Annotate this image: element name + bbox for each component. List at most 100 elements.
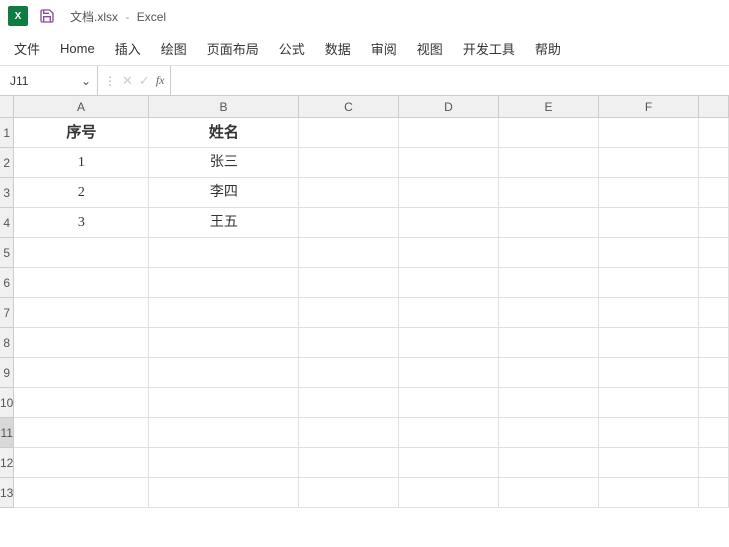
cell-C11[interactable] [299,418,399,448]
cell-E6[interactable] [499,268,599,298]
row-header-6[interactable]: 6 [0,268,14,298]
cell-D3[interactable] [399,178,499,208]
cell-A5[interactable] [14,238,149,268]
save-icon[interactable] [38,7,56,25]
cell-F11[interactable] [599,418,699,448]
cell-B1[interactable]: 姓名 [149,118,299,148]
cell-D12[interactable] [399,448,499,478]
cancel-formula-icon[interactable]: ✕ [122,73,133,89]
row-header-5[interactable]: 5 [0,238,14,268]
cell-C13[interactable] [299,478,399,508]
cell-D13[interactable] [399,478,499,508]
cell-F8[interactable] [599,328,699,358]
column-header-D[interactable]: D [399,96,499,118]
cell-F13[interactable] [599,478,699,508]
cell-C2[interactable] [299,148,399,178]
column-header-C[interactable]: C [299,96,399,118]
cell-A6[interactable] [14,268,149,298]
column-header-A[interactable]: A [14,96,149,118]
cell-D6[interactable] [399,268,499,298]
row-header-11[interactable]: 11 [0,418,14,448]
cell-B2[interactable]: 张三 [149,148,299,178]
cell-A7[interactable] [14,298,149,328]
cell-D7[interactable] [399,298,499,328]
ribbon-tab-view[interactable]: 视图 [417,33,443,64]
cell-D8[interactable] [399,328,499,358]
ribbon-tab-formulas[interactable]: 公式 [279,33,305,64]
ribbon-tab-draw[interactable]: 绘图 [161,33,187,64]
cell-B8[interactable] [149,328,299,358]
cell-E9[interactable] [499,358,599,388]
cell-B6[interactable] [149,268,299,298]
cell-E4[interactable] [499,208,599,238]
cell-D11[interactable] [399,418,499,448]
cell-E5[interactable] [499,238,599,268]
cell-D4[interactable] [399,208,499,238]
cell-D2[interactable] [399,148,499,178]
cell-B11[interactable] [149,418,299,448]
cell-A9[interactable] [14,358,149,388]
row-header-7[interactable]: 7 [0,298,14,328]
cell-D10[interactable] [399,388,499,418]
cell-E8[interactable] [499,328,599,358]
cell-F5[interactable] [599,238,699,268]
cell-A2[interactable]: 1 [14,148,149,178]
cell-F3[interactable] [599,178,699,208]
cell-C5[interactable] [299,238,399,268]
cell-F4[interactable] [599,208,699,238]
cell-F9[interactable] [599,358,699,388]
cell-B3[interactable]: 李四 [149,178,299,208]
cell-C9[interactable] [299,358,399,388]
cell-B4[interactable]: 王五 [149,208,299,238]
row-header-13[interactable]: 13 [0,478,14,508]
cell-A10[interactable] [14,388,149,418]
cell-E12[interactable] [499,448,599,478]
row-header-9[interactable]: 9 [0,358,14,388]
cell-E13[interactable] [499,478,599,508]
cell-A12[interactable] [14,448,149,478]
cell-B12[interactable] [149,448,299,478]
ribbon-tab-help[interactable]: 帮助 [535,33,561,64]
cell-C1[interactable] [299,118,399,148]
cell-A3[interactable]: 2 [14,178,149,208]
cell-C12[interactable] [299,448,399,478]
column-header-B[interactable]: B [149,96,299,118]
ribbon-tab-insert[interactable]: 插入 [115,33,141,64]
cell-F1[interactable] [599,118,699,148]
cell-C6[interactable] [299,268,399,298]
cell-A13[interactable] [14,478,149,508]
cell-F7[interactable] [599,298,699,328]
cell-B5[interactable] [149,238,299,268]
cell-F12[interactable] [599,448,699,478]
row-header-10[interactable]: 10 [0,388,14,418]
cell-F6[interactable] [599,268,699,298]
formula-input[interactable] [171,66,729,95]
ribbon-tab-home[interactable]: Home [60,35,95,62]
cell-D9[interactable] [399,358,499,388]
cell-E2[interactable] [499,148,599,178]
cell-F10[interactable] [599,388,699,418]
row-header-8[interactable]: 8 [0,328,14,358]
cell-D5[interactable] [399,238,499,268]
ribbon-tab-page-layout[interactable]: 页面布局 [207,33,259,64]
cell-E11[interactable] [499,418,599,448]
select-all-corner[interactable] [0,96,14,118]
cell-A11[interactable] [14,418,149,448]
ribbon-tab-developer[interactable]: 开发工具 [463,33,515,64]
cell-C3[interactable] [299,178,399,208]
cell-F2[interactable] [599,148,699,178]
cell-E7[interactable] [499,298,599,328]
ribbon-tab-file[interactable]: 文件 [14,33,40,64]
row-header-12[interactable]: 12 [0,448,14,478]
cell-A8[interactable] [14,328,149,358]
cell-B7[interactable] [149,298,299,328]
chevron-down-icon[interactable]: ⌄ [79,74,93,88]
cell-E3[interactable] [499,178,599,208]
cell-B9[interactable] [149,358,299,388]
row-header-4[interactable]: 4 [0,208,14,238]
column-header-F[interactable]: F [599,96,699,118]
cell-B10[interactable] [149,388,299,418]
cell-C4[interactable] [299,208,399,238]
row-header-3[interactable]: 3 [0,178,14,208]
ribbon-tab-data[interactable]: 数据 [325,33,351,64]
